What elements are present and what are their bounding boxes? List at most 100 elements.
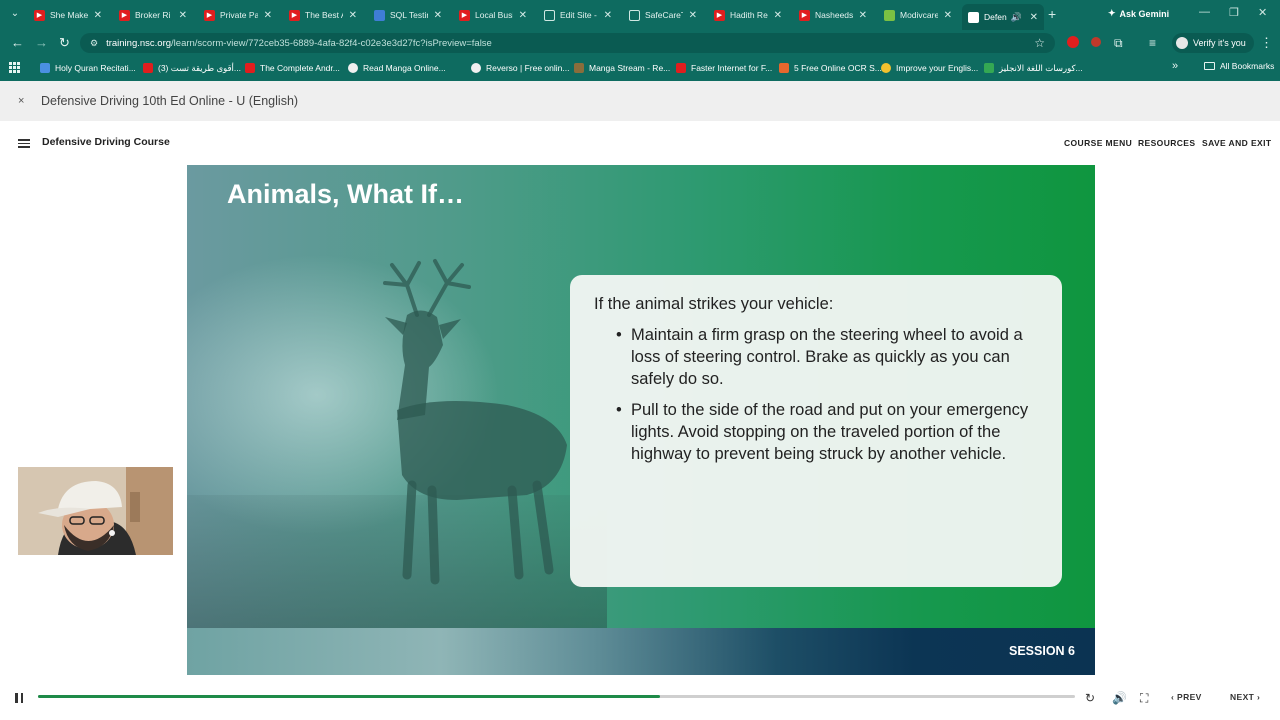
youtube-icon: ▶ [34, 9, 45, 21]
bookmark-label: Reverso | Free onlin... [486, 63, 570, 73]
browser-tab[interactable]: ▶ Broker Ri ✕ [113, 4, 193, 26]
tab-close-icon[interactable]: ✕ [683, 10, 697, 21]
browser-tab[interactable]: ▶ The Best A ✕ [283, 4, 363, 26]
tab-close-icon[interactable]: ✕ [853, 10, 867, 21]
tab-label: Nasheeds [815, 10, 853, 20]
tab-close-icon[interactable]: ✕ [598, 10, 612, 21]
browser-tab[interactable]: ▶ Private Pa ✕ [198, 4, 278, 26]
tab-close-icon[interactable]: ✕ [428, 10, 442, 21]
bookmark-label: Faster Internet for F... [691, 63, 773, 73]
bookmark-label: كورسات اللغة الانجليز... [999, 62, 1083, 73]
bullet-text: Maintain a firm grasp on the steering wh… [631, 326, 1023, 388]
tab-close-icon[interactable]: ✕ [173, 10, 187, 21]
browser-tab[interactable]: Modivcare ✕ [878, 4, 958, 26]
bookmark-item[interactable]: Improve your Englis... [881, 60, 978, 76]
address-bar[interactable]: ⚙ training.nsc.org /learn/scorm-view/772… [80, 33, 1055, 53]
next-button[interactable]: NEXT › [1230, 692, 1260, 702]
bookmark-icon [348, 63, 358, 73]
extension-icon[interactable] [1067, 36, 1079, 48]
person-in-cap-image [18, 467, 173, 555]
prev-button[interactable]: ‹ PREV [1171, 692, 1202, 702]
media-controls-icon[interactable]: ≡ [1149, 36, 1156, 50]
speaker-icon[interactable]: 🔊 [1011, 12, 1022, 23]
replay-icon[interactable]: ↻ [1085, 691, 1095, 705]
bookmark-item[interactable]: Manga Stream - Re... [574, 60, 670, 76]
tab-close-icon[interactable]: ✕ [768, 10, 782, 21]
url-path: /learn/scorm-view/772ceb35-6889-4afa-82f… [171, 37, 492, 49]
new-tab-button[interactable]: + [1048, 7, 1056, 21]
tab-search-chevron-icon[interactable]: ⌄ [8, 7, 22, 21]
session-label: SESSION 6 [1009, 644, 1075, 658]
reload-icon[interactable]: ↻ [59, 36, 70, 50]
bullet-text: Pull to the side of the road and put on … [631, 401, 1029, 463]
browser-tab[interactable]: ▶ Local Busi ✕ [453, 4, 533, 26]
browser-tab[interactable]: ▶ Hadith Re ✕ [708, 4, 788, 26]
bookmark-icon [574, 63, 584, 73]
bookmark-item[interactable]: 5 Free Online OCR S... [779, 60, 882, 76]
bookmark-item[interactable]: Holy Quran Recitati... [40, 60, 136, 76]
browser-tab[interactable]: SafeCareT ✕ [623, 4, 703, 26]
youtube-icon: ▶ [204, 9, 215, 21]
bookmark-label: Read Manga Online... [363, 63, 446, 73]
globe-icon [544, 9, 555, 21]
tab-close-icon[interactable]: ✕ [513, 10, 527, 21]
minimize-icon[interactable]: — [1199, 6, 1210, 18]
grid-icon [884, 9, 895, 21]
bookmark-item[interactable]: Faster Internet for F... [676, 60, 772, 76]
resources-link[interactable]: RESOURCES [1138, 138, 1195, 148]
close-course-icon[interactable]: × [18, 95, 24, 107]
extension-icon[interactable] [1091, 37, 1101, 47]
browser-tab[interactable]: Edit Site - ✕ [538, 4, 618, 26]
slide-title: Animals, What If… [227, 179, 465, 209]
tab-label: Local Busi [475, 10, 513, 20]
bullet-icon: • [616, 326, 622, 344]
browser-tab[interactable]: ▶ She Makes ✕ [28, 4, 108, 26]
tab-close-icon[interactable]: ✕ [938, 10, 952, 21]
profile-avatar-icon [1176, 37, 1188, 49]
progress-track[interactable] [38, 695, 1075, 698]
bookmark-item[interactable]: Reverso | Free onlin... [471, 60, 569, 76]
tab-label: She Makes [50, 10, 88, 20]
site-info-icon[interactable]: ⚙ [90, 38, 98, 49]
tab-close-icon[interactable]: ✕ [343, 10, 357, 21]
bookmark-item[interactable]: The Complete Andr... [245, 60, 340, 76]
tab-close-icon[interactable]: ✕ [258, 10, 272, 21]
apps-grid-icon[interactable] [9, 62, 20, 73]
tab-close-icon[interactable]: ✕ [1024, 12, 1038, 23]
window-close-icon[interactable]: ✕ [1258, 6, 1267, 19]
tab-label: SafeCareT [645, 10, 683, 20]
profile-verify-button[interactable]: Verify it's you [1172, 33, 1254, 53]
bookmark-item[interactable]: Read Manga Online... [348, 60, 446, 76]
browser-tab[interactable]: ▶ Nasheeds ✕ [793, 4, 873, 26]
list-item: • Maintain a firm grasp on the steering … [616, 324, 1040, 390]
webcam-overlay[interactable] [18, 467, 173, 555]
restore-icon[interactable]: ❐ [1229, 6, 1239, 19]
bookmark-icon [471, 63, 481, 73]
course-menu-link[interactable]: COURSE MENU [1064, 138, 1132, 148]
bookmark-icon [40, 63, 50, 73]
all-bookmarks-button[interactable]: All Bookmarks [1204, 61, 1274, 71]
bookmark-item[interactable]: (3) أقوى طريقة تست... [143, 60, 241, 76]
youtube-icon: ▶ [289, 9, 300, 21]
pause-icon[interactable] [15, 693, 23, 703]
extensions-puzzle-icon[interactable]: ⧉ [1114, 36, 1123, 50]
save-and-exit-link[interactable]: SAVE AND EXIT [1202, 138, 1271, 148]
prev-label: PREV [1177, 692, 1202, 702]
browser-tab-active[interactable]: Defen 🔊 ✕ [962, 4, 1044, 30]
tab-close-icon[interactable]: ✕ [88, 10, 102, 21]
back-icon[interactable]: ← [11, 36, 24, 50]
browser-menu-icon[interactable]: ⋮ [1260, 36, 1273, 50]
bullet-icon: • [616, 401, 622, 419]
bookmarks-overflow-icon[interactable]: » [1172, 60, 1178, 72]
bookmark-item[interactable]: كورسات اللغة الانجليز... [984, 60, 1083, 76]
fullscreen-icon[interactable]: ⛶ [1140, 691, 1148, 706]
browser-chrome: ⌄ ▶ She Makes ✕ ▶ Broker Ri ✕ ▶ Private … [0, 0, 1280, 81]
ask-gemini-button[interactable]: ✦ Ask Gemini [1108, 8, 1169, 19]
bookmark-star-icon[interactable]: ☆ [1034, 36, 1045, 50]
forward-icon[interactable]: → [35, 36, 48, 50]
hamburger-menu-icon[interactable] [18, 139, 30, 148]
volume-icon[interactable]: 🔊 [1112, 691, 1127, 705]
browser-tab[interactable]: SQL Testin ✕ [368, 4, 448, 26]
progress-fill [38, 695, 661, 698]
tab-strip: ⌄ ▶ She Makes ✕ ▶ Broker Ri ✕ ▶ Private … [0, 0, 1280, 30]
